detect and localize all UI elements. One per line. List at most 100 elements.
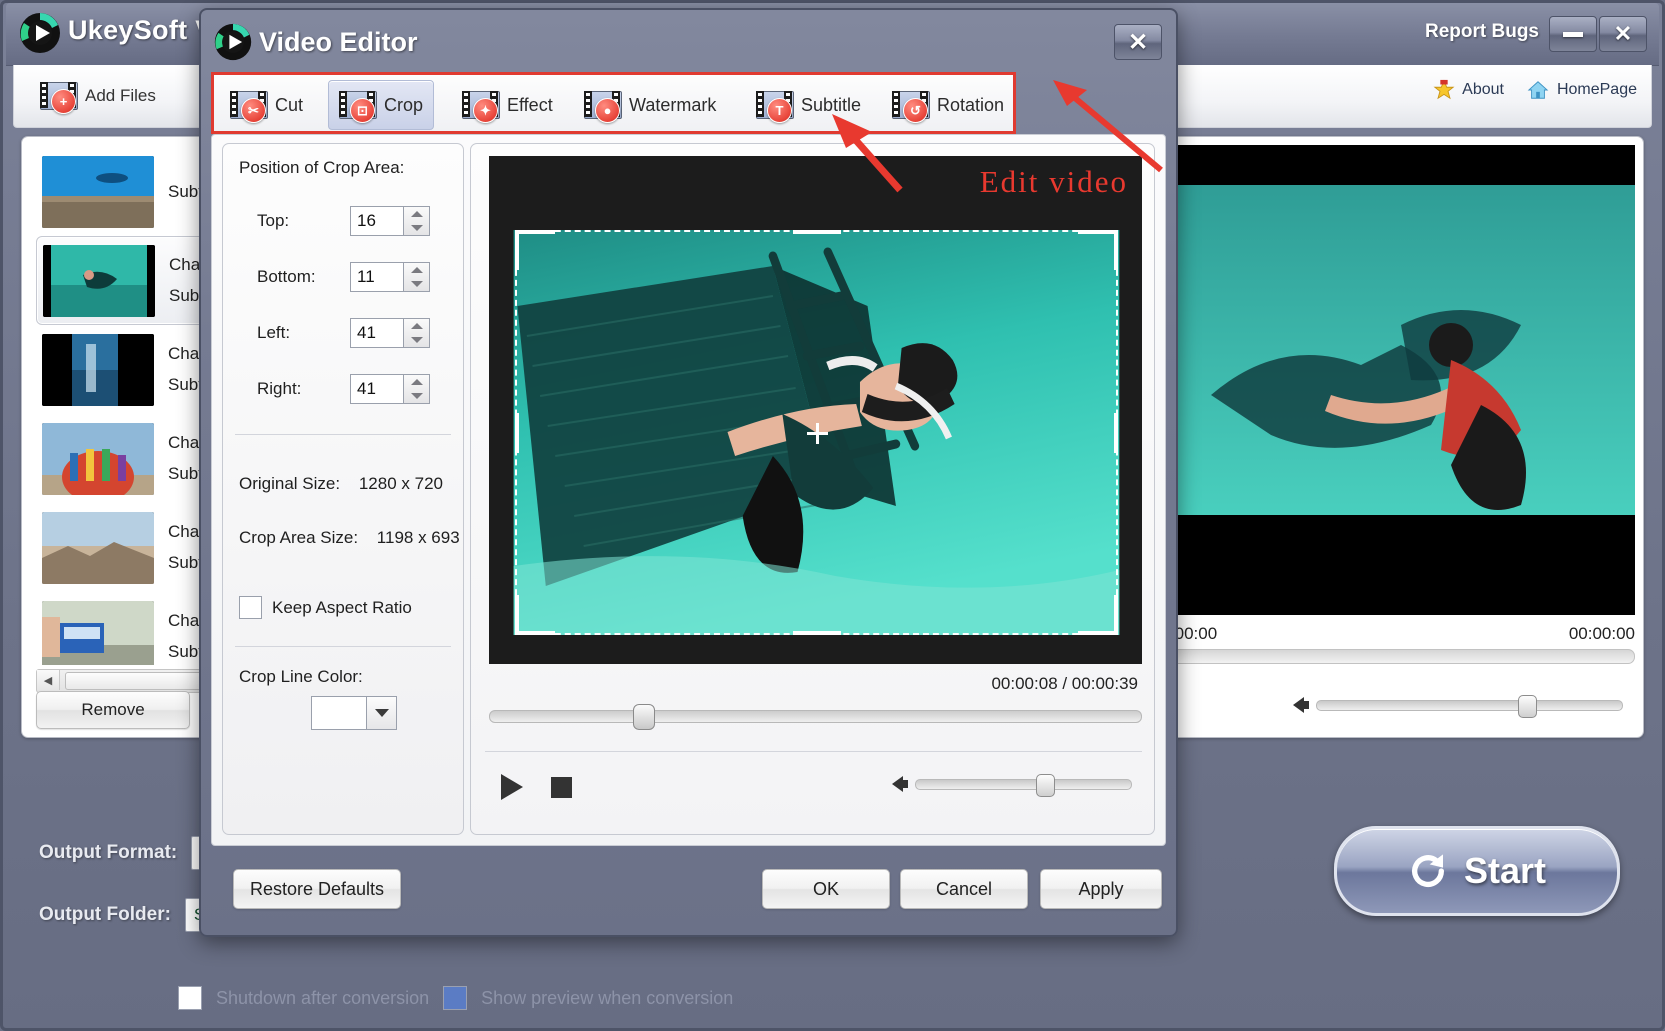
crop-handle-bottom-center[interactable] [792,631,841,635]
dialog-titlebar: Video Editor ✕ [201,10,1176,72]
tab-effect-label: Effect [507,94,553,115]
crop-handle-left-center[interactable] [515,412,519,453]
star-icon [1433,79,1455,100]
seek-track[interactable] [489,710,1142,723]
remove-button[interactable]: Remove [36,691,190,729]
crop-handle-bottom-right[interactable] [1078,631,1118,635]
tab-watermark[interactable]: ● Watermark [574,80,726,130]
film-plus-icon: + [40,82,78,114]
tab-rotation[interactable]: ↺ Rotation [882,80,1014,130]
thumbnail [42,155,154,228]
dialog-footer: Restore Defaults OK Cancel Apply [201,845,1176,935]
crop-right-spinner[interactable] [350,374,430,404]
crop-left-spinner[interactable] [350,318,430,348]
crop-handle-bottom-left[interactable] [515,631,555,635]
volume-knob[interactable] [1518,694,1538,718]
thumbnail [42,422,154,495]
crop-bottom-input[interactable] [350,262,403,292]
about-label: About [1462,81,1504,98]
stop-icon[interactable] [551,776,572,798]
show-preview-label: Show preview when conversion [481,987,734,1008]
cancel-button[interactable]: Cancel [900,869,1028,909]
crop-handle-top-right[interactable] [1078,230,1118,234]
tab-effect[interactable]: ✦ Effect [452,80,563,130]
apply-button[interactable]: Apply [1040,869,1162,909]
crop-selection-overlay[interactable] [515,230,1118,635]
film-wand-icon: ✦ [462,91,500,123]
output-folder-label: Output Folder: [39,904,171,925]
ok-button[interactable]: OK [762,869,890,909]
editor-tabs: ✂ Cut ⊡ Crop ✦ Effect ● Watermark T Subt… [211,72,1016,134]
spinner-arrows[interactable] [403,318,430,348]
original-size-label: Original Size: [239,474,341,493]
shutdown-checkbox[interactable] [178,986,202,1010]
volume-knob[interactable] [1036,773,1056,797]
spinner-arrows[interactable] [403,374,430,404]
restore-defaults-button[interactable]: Restore Defaults [233,869,401,909]
crop-left-input[interactable] [350,318,403,348]
chevron-left-icon[interactable]: ◀ [37,670,60,690]
crop-line-color-picker[interactable] [311,696,397,730]
tab-crop[interactable]: ⊡ Crop [328,80,435,130]
thumbnail [42,600,154,665]
crop-bottom-row: Bottom: [223,260,463,294]
play-icon[interactable] [501,774,523,800]
keep-aspect-ratio-checkbox-row[interactable]: Keep Aspect Ratio [239,596,412,619]
preview-panel: 00:00:00 00:00:00 [1142,136,1644,738]
player-volume-control[interactable] [892,773,1132,797]
preview-seek-bar[interactable] [1151,649,1635,664]
tab-cut-label: Cut [275,94,304,115]
video-stage[interactable]: Edit video [489,156,1142,664]
report-bugs-link[interactable]: Report Bugs [1425,21,1539,43]
start-label: Start [1463,850,1547,891]
film-crop-icon: ⊡ [339,91,377,123]
crop-settings-panel: Position of Crop Area: Top: Bottom: Left… [222,143,464,835]
player-seek-bar[interactable] [489,704,1142,730]
crop-handle-top-left[interactable] [515,230,555,234]
add-files-button[interactable]: + Add Files [40,73,156,119]
color-swatch[interactable] [311,696,367,730]
film-scissors-icon: ✂ [230,91,268,123]
app-title: UkeySoft Vi [68,15,221,45]
preview-volume-slider[interactable] [1316,694,1623,718]
tab-subtitle[interactable]: T Subtitle [746,80,871,130]
original-size-row: Original Size: 1280 x 720 [239,474,443,494]
crop-right-input[interactable] [350,374,403,404]
crop-handle-left-top[interactable] [515,230,519,270]
thumbnail [42,333,154,406]
crop-handle-top-center[interactable] [792,230,841,234]
player-volume-slider[interactable] [915,773,1132,797]
original-size-value: 1280 x 720 [358,474,443,493]
minimize-button[interactable] [1549,16,1597,52]
seek-knob[interactable] [633,704,655,730]
crop-top-spinner[interactable] [350,206,430,236]
crop-bottom-label: Bottom: [257,267,316,286]
about-link[interactable]: About [1433,79,1504,101]
keep-aspect-ratio-label: Keep Aspect Ratio [272,597,412,617]
preview-time-right: 00:00:00 [1568,624,1635,643]
spinner-arrows[interactable] [403,262,430,292]
crop-handle-right-bottom[interactable] [1114,595,1118,635]
homepage-label: HomePage [1556,81,1637,98]
crop-handle-left-bottom[interactable] [515,595,519,635]
crop-left-label: Left: [257,323,291,342]
dialog-title: Video Editor [259,27,418,57]
spinner-arrows[interactable] [403,206,430,236]
show-preview-checkbox[interactable] [443,986,468,1010]
thumbnail [43,244,155,317]
crop-bottom-spinner[interactable] [350,262,430,292]
start-button[interactable]: Start [1334,826,1620,916]
chevron-down-icon[interactable] [367,696,397,730]
crop-handle-right-top[interactable] [1114,230,1118,270]
preview-volume-control[interactable] [1293,692,1623,718]
dialog-close-button[interactable]: ✕ [1114,24,1162,60]
crop-handle-right-center[interactable] [1114,412,1118,453]
crop-top-input[interactable] [350,206,403,236]
preview-video[interactable] [1151,145,1635,615]
homepage-link[interactable]: HomePage [1526,79,1637,101]
tab-cut[interactable]: ✂ Cut [220,80,313,130]
close-button[interactable]: ✕ [1599,16,1647,52]
keep-aspect-ratio-checkbox[interactable] [239,596,262,619]
player-transport-controls [501,774,572,800]
player-time-display: 00:00:08 / 00:00:39 [991,674,1138,693]
